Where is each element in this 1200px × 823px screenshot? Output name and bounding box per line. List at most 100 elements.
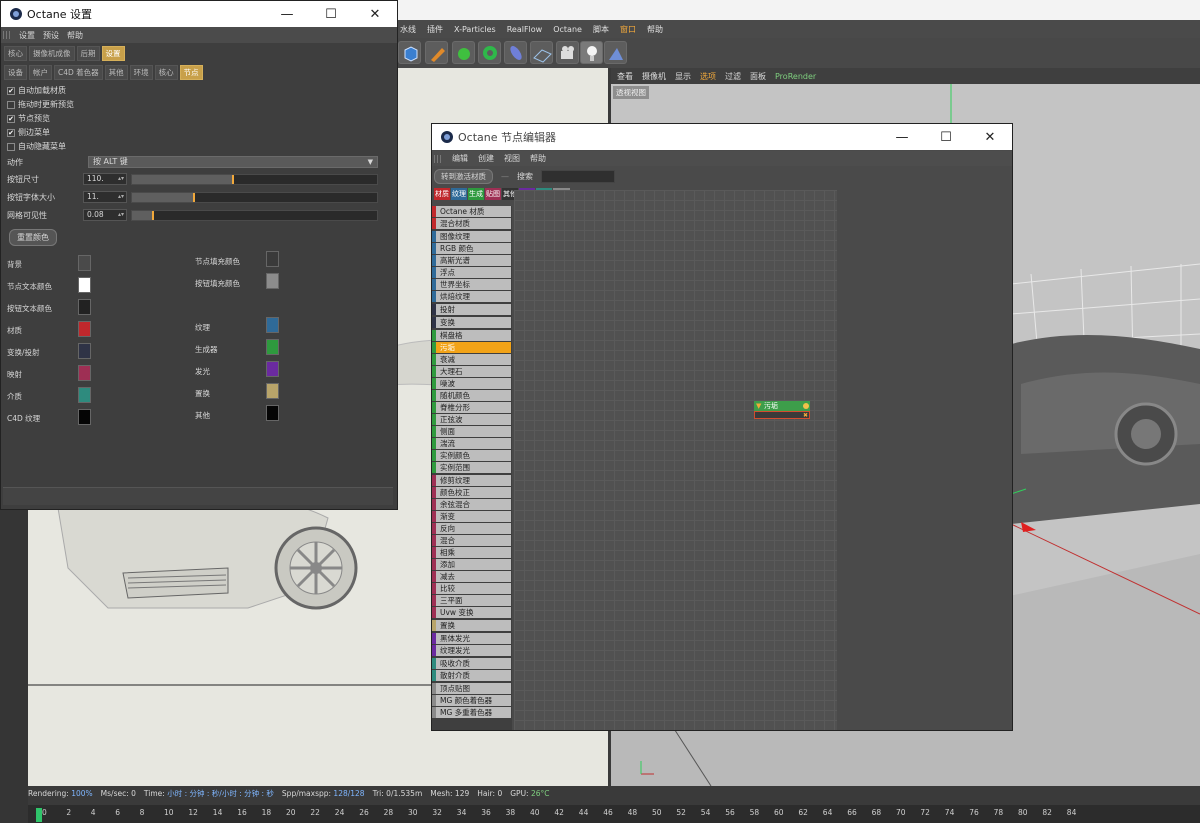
checkbox[interactable]: ✔ xyxy=(7,128,15,137)
color-swatch[interactable] xyxy=(78,321,91,337)
node-list-item[interactable]: 修剪纹理 xyxy=(432,475,511,486)
color-swatch[interactable] xyxy=(266,251,279,267)
timeline[interactable]: 0 2 4 6 8 10 12 14 16 18 20 22 24 26 28 30 32 34 36 38 40 42 4… xyxy=(28,805,1200,823)
c4d-menu-item[interactable]: Octane xyxy=(553,25,582,34)
category-tab[interactable]: 生成 xyxy=(468,188,484,200)
viewport-menu-item[interactable]: 面板 xyxy=(750,71,766,82)
slider-knob[interactable] xyxy=(151,211,154,220)
node-list-item[interactable]: 大理石 xyxy=(432,366,511,377)
color-swatch[interactable] xyxy=(78,277,91,293)
node-list-item[interactable]: 反向 xyxy=(432,523,511,534)
checkbox[interactable]: ✔ xyxy=(7,114,15,123)
node-editor-menu-item[interactable]: 编辑 xyxy=(452,153,468,164)
node-list-item[interactable]: 黑体发光 xyxy=(432,633,511,644)
viewport-menu-item[interactable]: 选项 xyxy=(700,71,716,82)
reset-colors-button[interactable]: 重置颜色 xyxy=(9,229,57,246)
color-swatch[interactable] xyxy=(78,299,91,315)
node-list-item[interactable]: 世界坐标 xyxy=(432,279,511,290)
node-list-item[interactable]: 添加 xyxy=(432,559,511,570)
node-list-item[interactable]: 相乘 xyxy=(432,547,511,558)
node-list-item[interactable]: 投射 xyxy=(432,304,511,315)
node-list-item[interactable]: 图像纹理 xyxy=(432,231,511,242)
node-list-item[interactable]: 纹理发光 xyxy=(432,645,511,656)
checkbox[interactable]: ✔ xyxy=(7,86,15,95)
node-list-item[interactable]: MG 多重着色器 xyxy=(432,707,511,718)
maximize-button[interactable]: ☐ xyxy=(924,124,968,150)
node-editor-menu-item[interactable]: 视图 xyxy=(504,153,520,164)
settings-tab[interactable]: 设置 xyxy=(101,45,125,61)
node-list-item[interactable]: 减去 xyxy=(432,571,511,582)
node-editor-menu-item[interactable]: 创建 xyxy=(478,153,494,164)
node-list[interactable]: Octane 材质 混合材质 图像纹理 RGB 颜色 高斯光谱 浮点 世界坐标 烘焙纹理 投射变… xyxy=(432,206,512,730)
stepper-icon[interactable]: ▴▾ xyxy=(118,174,124,184)
settings-tab[interactable]: 后期 xyxy=(76,45,100,61)
settings-subtab[interactable]: C4D 着色器 xyxy=(54,64,103,80)
node-list-item[interactable]: 变换 xyxy=(432,317,511,328)
c4d-menu-item[interactable]: 窗口 xyxy=(620,24,636,35)
node-list-item[interactable]: 余弦混合 xyxy=(432,499,511,510)
settings-subtab[interactable]: 节点 xyxy=(179,64,203,80)
node-editor-menu-item[interactable]: 帮助 xyxy=(530,153,546,164)
node-list-item[interactable]: 三平面 xyxy=(432,595,511,606)
node-list-item[interactable]: 湍流 xyxy=(432,438,511,449)
viewport-menu-item[interactable]: 摄像机 xyxy=(642,71,666,82)
c4d-menu-item[interactable]: 帮助 xyxy=(647,24,663,35)
viewport-menu-item[interactable]: 查看 xyxy=(617,71,633,82)
node-list-item[interactable]: 混合材质 xyxy=(432,218,511,229)
settings-subtab[interactable]: 帐户 xyxy=(29,64,52,80)
node-list-item[interactable]: 顶点贴图 xyxy=(432,683,511,694)
node-list-item[interactable]: Octane 材质 xyxy=(432,206,511,217)
color-swatch[interactable] xyxy=(78,255,91,271)
node-list-item[interactable]: 实例颜色 xyxy=(432,450,511,461)
node-list-item[interactable]: 颜色校正 xyxy=(432,487,511,498)
settings-subtab[interactable]: 其他 xyxy=(104,64,128,80)
stepper-icon[interactable]: ▴▾ xyxy=(118,192,124,202)
node-list-item[interactable]: 脊椎分形 xyxy=(432,402,511,413)
dirt-node-header[interactable]: ▼ 污垢 xyxy=(754,401,810,411)
color-swatch[interactable] xyxy=(78,343,91,359)
checkbox-row[interactable]: ✔ 自动加载材质 xyxy=(7,85,66,96)
search-input[interactable] xyxy=(541,169,615,183)
camera-icon[interactable] xyxy=(556,41,579,64)
cube-icon[interactable] xyxy=(398,41,421,64)
checkbox-row[interactable]: 拖动时更新预览 xyxy=(7,99,74,110)
c4d-menu-item[interactable]: 插件 xyxy=(427,24,443,35)
node-list-item[interactable]: 渐变 xyxy=(432,511,511,522)
node-list-item[interactable]: 烘焙纹理 xyxy=(432,291,511,302)
category-tab[interactable]: 纹理 xyxy=(451,188,467,200)
param-value-input[interactable]: 110. ▴▾ xyxy=(83,173,127,185)
color-swatch[interactable] xyxy=(78,387,91,403)
resize-handle-icon[interactable]: ✖ xyxy=(803,412,808,419)
c4d-menu-item[interactable]: 脚本 xyxy=(593,24,609,35)
checkbox-row[interactable]: ✔ 节点预览 xyxy=(7,113,50,124)
viewport-menu-prorender[interactable]: ProRender xyxy=(775,72,816,81)
stepper-icon[interactable]: ▴▾ xyxy=(118,210,124,220)
node-list-item[interactable]: 散射介质 xyxy=(432,670,511,681)
floor-icon[interactable] xyxy=(530,41,553,64)
node-list-item[interactable]: 正弦波 xyxy=(432,414,511,425)
settings-tab[interactable]: 核心 xyxy=(4,45,27,61)
deformer-icon[interactable] xyxy=(504,41,527,64)
node-list-item[interactable]: RGB 颜色 xyxy=(432,243,511,254)
node-list-item[interactable]: 实例范围 xyxy=(432,462,511,473)
settings-subtab[interactable]: 环境 xyxy=(129,64,153,80)
node-list-item[interactable]: 高斯光谱 xyxy=(432,255,511,266)
category-tab[interactable]: 贴图 xyxy=(485,188,501,200)
color-swatch[interactable] xyxy=(266,383,279,399)
color-swatch[interactable] xyxy=(266,405,279,421)
settings-menu-item[interactable]: 预设 xyxy=(43,30,59,41)
settings-subtab[interactable]: 设备 xyxy=(4,64,27,80)
param-slider[interactable] xyxy=(131,192,378,203)
slider-knob[interactable] xyxy=(193,193,196,202)
category-tab[interactable]: 材质 xyxy=(434,188,450,200)
color-swatch[interactable] xyxy=(266,317,279,333)
checkbox[interactable] xyxy=(7,100,15,109)
bug-icon[interactable] xyxy=(452,41,475,64)
node-list-item[interactable]: 随机颜色 xyxy=(432,390,511,401)
c4d-menu-item[interactable]: RealFlow xyxy=(507,25,543,34)
param-value-input[interactable]: 0.08 ▴▾ xyxy=(83,209,127,221)
checkbox-row[interactable]: 自动隐藏菜单 xyxy=(7,141,66,152)
settings-menu-item[interactable]: 设置 xyxy=(19,30,35,41)
node-list-item[interactable]: 棋盘格 xyxy=(432,330,511,341)
param-slider[interactable] xyxy=(131,174,378,185)
